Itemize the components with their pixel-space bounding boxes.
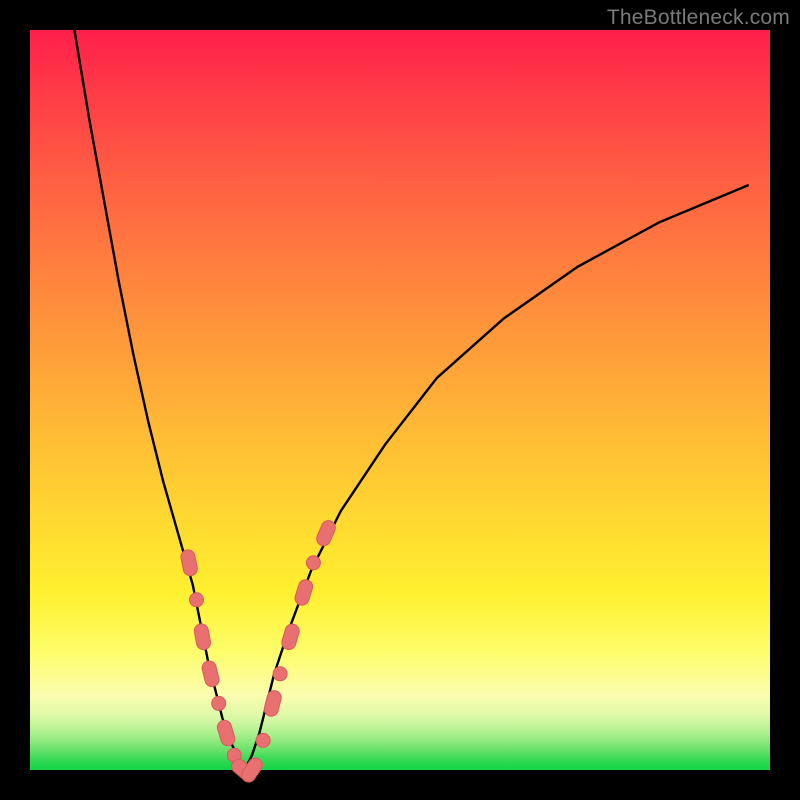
bead-dot [273,667,287,681]
bead-capsule [293,578,314,607]
curve-right-branch [245,185,748,770]
curve-left-branch [74,30,244,770]
bead-capsule [180,549,199,577]
bead-dot [212,696,226,710]
bead-capsule [280,622,301,651]
bead-capsule [314,518,337,547]
bead-capsule [201,660,221,689]
bead-dot [256,733,270,747]
bead-capsule [216,719,237,748]
bead-capsule [263,689,283,718]
beads-group [180,518,338,784]
watermark-text: TheBottleneck.com [607,6,790,30]
bead-dot [190,593,204,607]
chart-svg [30,30,770,770]
bead-capsule [193,623,212,651]
curve-group [74,30,747,770]
bead-dot [306,556,320,570]
plot-area [30,30,770,770]
chart-frame: TheBottleneck.com [0,0,800,800]
